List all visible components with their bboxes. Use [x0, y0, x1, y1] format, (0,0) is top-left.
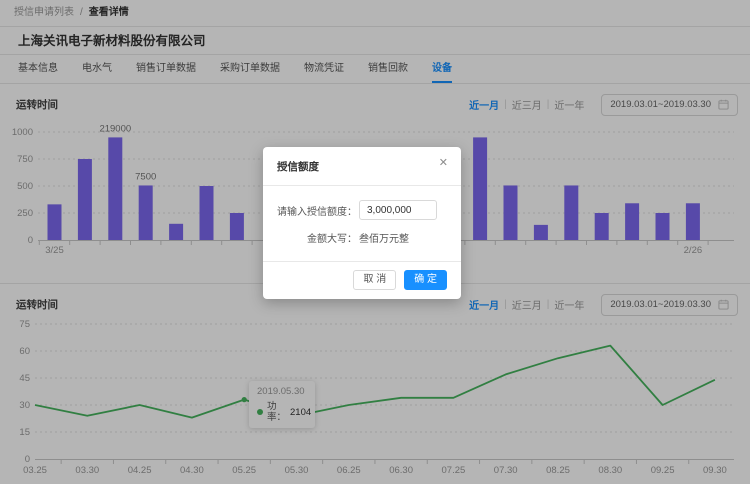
credit-limit-dialog: 授信额度 ✕ 请输入授信额度： 金额大写： 叁佰万元整 取 消 确 定	[263, 147, 461, 299]
credit-detail-page: 授信申请列表/查看详情 上海关讯电子新材料股份有限公司 基本信息电水气销售订单数…	[0, 0, 750, 484]
amount-words-row: 金额大写： 叁佰万元整	[277, 230, 447, 245]
credit-amount-field-row: 请输入授信额度：	[277, 200, 447, 220]
credit-amount-label: 请输入授信额度：	[277, 203, 357, 218]
dialog-footer: 取 消 确 定	[263, 261, 461, 299]
close-button[interactable]: ✕	[437, 155, 450, 171]
dialog-header: 授信额度 ✕	[263, 147, 461, 186]
amount-words-label: 金额大写：	[277, 230, 357, 245]
cancel-button[interactable]: 取 消	[353, 270, 396, 290]
amount-words-value: 叁佰万元整	[359, 230, 409, 245]
close-icon: ✕	[439, 157, 448, 169]
dialog-title: 授信额度	[277, 161, 319, 173]
credit-amount-input[interactable]	[359, 200, 437, 220]
dialog-body: 请输入授信额度： 金额大写： 叁佰万元整	[263, 186, 461, 261]
confirm-button[interactable]: 确 定	[404, 270, 447, 290]
